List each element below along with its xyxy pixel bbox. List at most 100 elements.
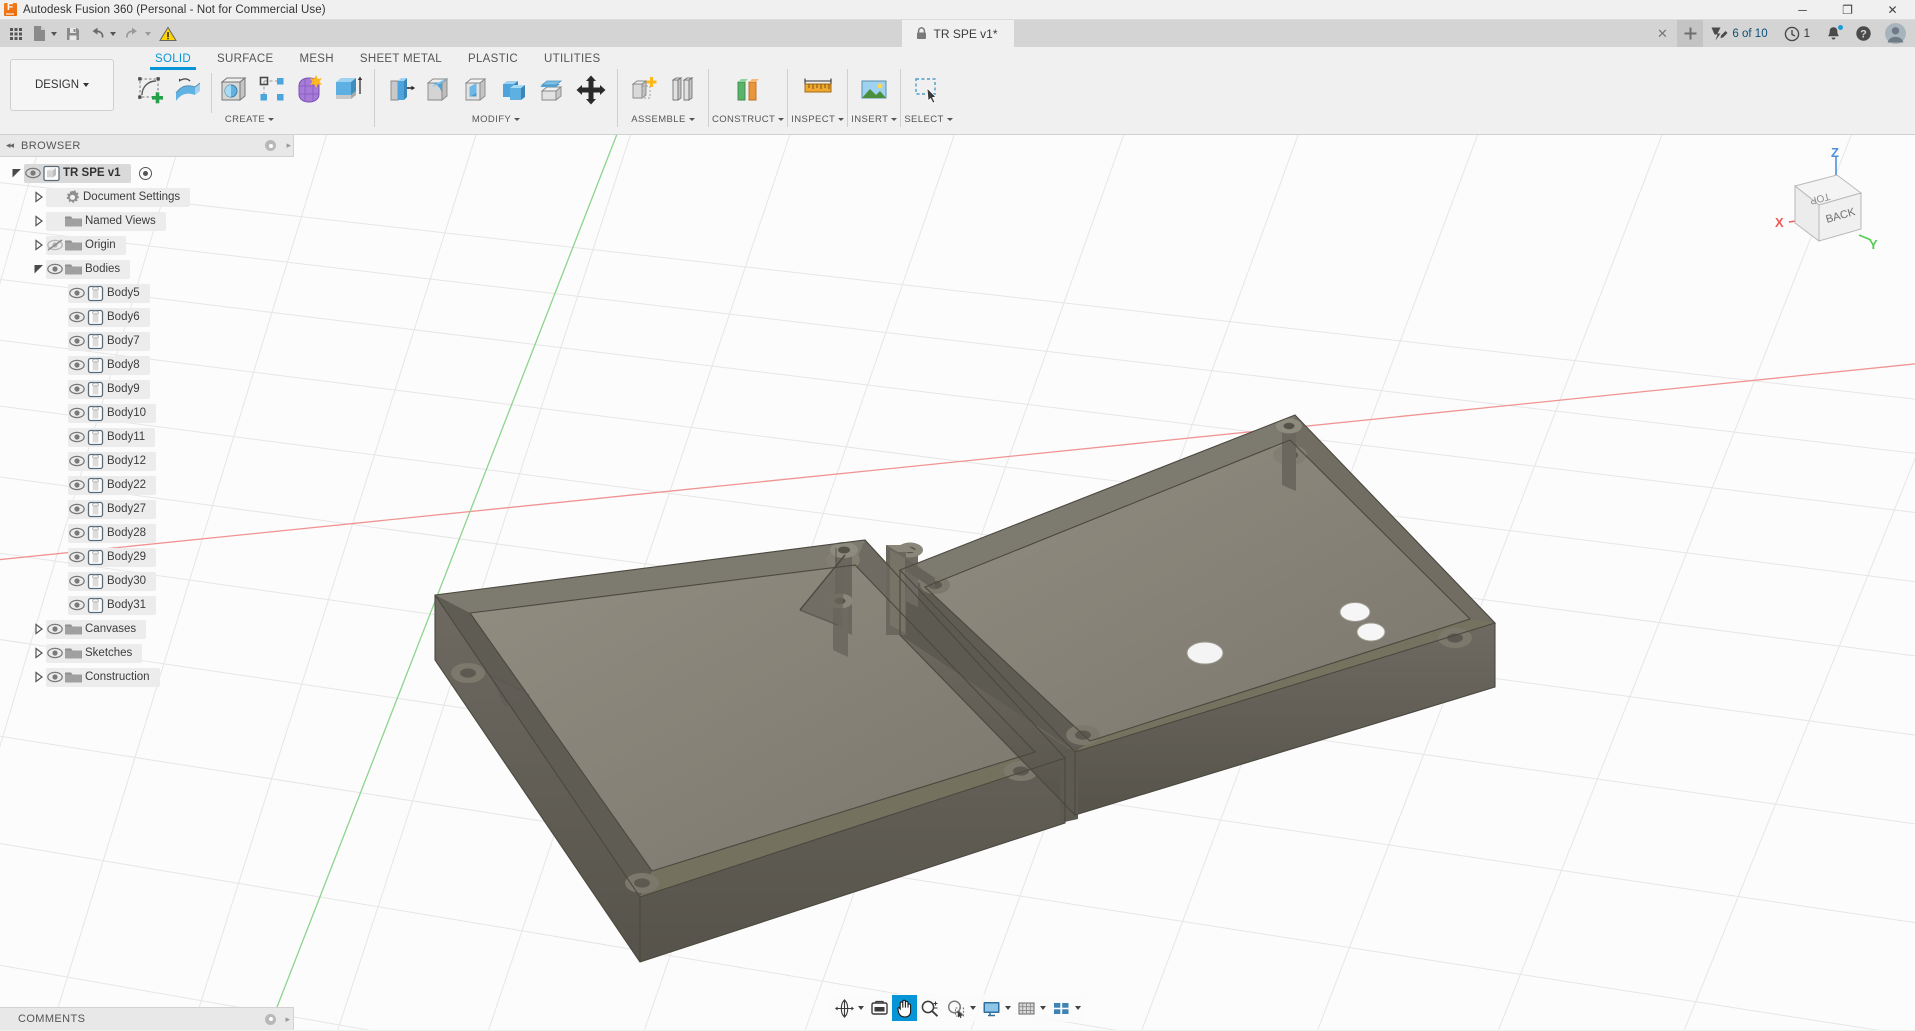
tree-node-pill[interactable]: Sketches [46, 643, 143, 663]
tree-node[interactable]: Body10 [0, 401, 294, 425]
pan-button[interactable] [891, 995, 917, 1021]
tree-node[interactable]: Construction [0, 665, 294, 689]
tree-node-pill[interactable]: Body5 [68, 283, 150, 303]
modify-combine-button[interactable] [496, 69, 534, 111]
workspace-selector[interactable]: DESIGN [10, 59, 114, 111]
tree-node-pill[interactable]: Body27 [68, 499, 157, 519]
construct-offset-plane-button[interactable] [729, 69, 767, 111]
create-extrude-button[interactable] [329, 69, 367, 111]
tree-node[interactable]: Body5 [0, 281, 294, 305]
tree-node-pill[interactable]: Body11 [68, 427, 156, 447]
grid-snaps-button[interactable] [1014, 995, 1049, 1021]
expand-arrow-icon[interactable] [32, 190, 46, 204]
history-indicator[interactable]: 1 [1777, 20, 1817, 47]
maximize-button[interactable]: ❐ [1825, 0, 1870, 20]
expand-arrow-icon[interactable] [32, 646, 46, 660]
panel-insert-label[interactable]: INSERT [851, 114, 898, 125]
tree-node[interactable]: Named Views [0, 209, 294, 233]
create-sketch-button[interactable] [132, 69, 170, 111]
panel-modify-label[interactable]: MODIFY [378, 114, 614, 125]
tree-node-pill[interactable]: Body29 [68, 547, 157, 567]
collapse-left-icon[interactable]: ◂◂ [6, 140, 14, 151]
activate-component-radio[interactable] [138, 166, 152, 180]
tree-node-pill[interactable]: Canvases [46, 619, 147, 639]
save-button[interactable] [61, 22, 85, 45]
redo-caret-icon[interactable] [145, 31, 151, 36]
tree-node-pill[interactable]: Body30 [68, 571, 157, 591]
orbit-button[interactable] [832, 995, 867, 1021]
display-settings-caret-icon[interactable] [1004, 1006, 1011, 1010]
assemble-joint-button[interactable] [663, 69, 701, 111]
tab-sheet-metal[interactable]: SHEET METAL [347, 53, 455, 67]
comments-panel[interactable]: COMMENTS ▸ [0, 1007, 294, 1030]
comments-resize-icon[interactable]: ▸ [285, 1014, 290, 1025]
tree-node[interactable]: Body29 [0, 545, 294, 569]
tree-node[interactable]: Origin [0, 233, 294, 257]
tree-node-pill[interactable]: Construction [46, 667, 160, 687]
create-pattern-button[interactable] [253, 69, 291, 111]
expand-arrow-icon[interactable] [32, 238, 46, 252]
tree-node-pill[interactable]: Body28 [68, 523, 157, 543]
tree-node[interactable]: Body12 [0, 449, 294, 473]
tree-node-pill[interactable]: Body9 [68, 379, 150, 399]
tree-node[interactable]: Sketches [0, 641, 294, 665]
comments-pin-icon[interactable] [265, 1013, 276, 1025]
tree-node[interactable]: Body9 [0, 377, 294, 401]
assemble-new-component-button[interactable] [625, 69, 663, 111]
tree-node-pill[interactable]: Named Views [46, 211, 166, 231]
notifications-button[interactable] [1819, 20, 1847, 47]
pin-icon[interactable] [265, 140, 276, 151]
tree-node[interactable]: Body6 [0, 305, 294, 329]
tree-node[interactable]: Body30 [0, 569, 294, 593]
tree-node-root[interactable]: TR SPE v1 [0, 161, 294, 185]
add-tab-button[interactable] [1677, 20, 1704, 47]
fit-button[interactable] [943, 995, 979, 1021]
tree-node-pill[interactable]: Body8 [68, 355, 150, 375]
document-tab[interactable]: TR SPE v1* [901, 20, 1014, 47]
tree-node[interactable]: Document Settings [0, 185, 294, 209]
redo-button[interactable] [120, 22, 155, 45]
tree-node-pill[interactable]: Body22 [68, 475, 157, 495]
create-sphere-button[interactable] [215, 69, 253, 111]
close-document-tab-button[interactable]: ✕ [1649, 20, 1675, 47]
panel-construct-label[interactable]: CONSTRUCT [712, 114, 785, 125]
tree-node-pill[interactable]: Body7 [68, 331, 150, 351]
collapse-arrow-icon[interactable] [32, 262, 46, 276]
panel-inspect-label[interactable]: INSPECT [791, 114, 845, 125]
modify-shell-button[interactable] [458, 69, 496, 111]
undo-button[interactable] [85, 22, 120, 45]
close-window-button[interactable]: ✕ [1870, 0, 1915, 20]
tab-plastic[interactable]: PLASTIC [455, 53, 531, 67]
tree-node-pill[interactable]: Body12 [68, 451, 157, 471]
new-file-caret-icon[interactable] [51, 31, 57, 36]
tree-node[interactable]: Body11 [0, 425, 294, 449]
create-form-button[interactable] [170, 69, 208, 111]
expand-arrow-icon[interactable] [32, 622, 46, 636]
warning-button[interactable] [155, 22, 181, 45]
tree-node-pill[interactable]: TR SPE v1 [24, 163, 131, 183]
new-file-button[interactable] [28, 22, 61, 45]
tree-node-pill[interactable]: Body10 [68, 403, 157, 423]
modify-press-pull-button[interactable] [382, 69, 420, 111]
fit-caret-icon[interactable] [969, 1006, 976, 1010]
tree-node[interactable]: Canvases [0, 617, 294, 641]
tree-node[interactable]: Bodies [0, 257, 294, 281]
expand-arrow-icon[interactable] [32, 670, 46, 684]
avatar[interactable] [1879, 20, 1911, 47]
minimize-button[interactable]: ─ [1780, 0, 1825, 20]
modify-split-face-button[interactable] [534, 69, 572, 111]
tab-mesh[interactable]: MESH [286, 53, 346, 67]
undo-caret-icon[interactable] [110, 31, 116, 36]
look-at-button[interactable] [867, 995, 892, 1021]
insert-canvas-button[interactable] [855, 69, 893, 111]
panel-select-label[interactable]: SELECT [904, 114, 953, 125]
credits-indicator[interactable]: 6 of 10 [1705, 20, 1774, 47]
tree-node-pill[interactable]: Document Settings [46, 187, 191, 207]
panel-create-label[interactable]: CREATE [128, 114, 371, 125]
create-generative-button[interactable] [291, 69, 329, 111]
modify-fillet-button[interactable] [420, 69, 458, 111]
panel-assemble-label[interactable]: ASSEMBLE [621, 114, 705, 125]
tab-solid[interactable]: SOLID [142, 53, 204, 70]
tab-surface[interactable]: SURFACE [204, 53, 286, 67]
help-button[interactable]: ? [1849, 20, 1877, 47]
